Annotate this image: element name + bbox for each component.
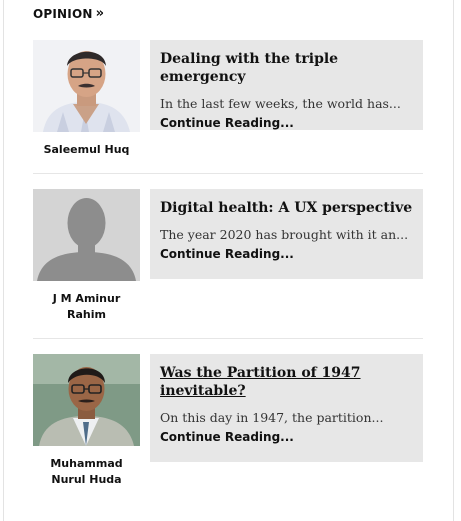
double-chevron-right-icon: »: [95, 6, 105, 21]
article-title-link[interactable]: Digital health: A UX perspective: [160, 199, 413, 217]
article-excerpt: On this day in 1947, the partition...: [160, 410, 384, 425]
left-border: [3, 0, 4, 521]
article-divider: [33, 338, 423, 339]
article-title-link[interactable]: Dealing with the triple emergency: [160, 50, 413, 86]
continue-reading-link[interactable]: Continue Reading...: [160, 246, 413, 262]
article-title-link[interactable]: Was the Partition of 1947 inevitable?: [160, 364, 413, 400]
author-photo-image: [33, 40, 140, 132]
article-card: Dealing with the triple emergency In the…: [150, 40, 423, 130]
article-excerpt: The year 2020 has brought with it an...: [160, 227, 409, 242]
placeholder-avatar-icon: [33, 189, 140, 281]
author-name[interactable]: Saleemul Huq: [33, 142, 140, 158]
continue-reading-link[interactable]: Continue Reading...: [160, 115, 413, 131]
author-name[interactable]: J M Aminur Rahim: [33, 291, 140, 323]
author-name[interactable]: Muhammad Nurul Huda: [33, 456, 140, 488]
author-photo[interactable]: [33, 189, 140, 281]
section-title: OPINION: [33, 7, 93, 21]
opinion-section-link[interactable]: OPINION »: [33, 7, 104, 21]
right-border: [453, 0, 454, 521]
author-photo[interactable]: [33, 40, 140, 132]
author-photo[interactable]: [33, 354, 140, 446]
article-excerpt: In the last few weeks, the world has...: [160, 96, 401, 111]
article-card: Digital health: A UX perspective The yea…: [150, 189, 423, 279]
article-card: Was the Partition of 1947 inevitable? On…: [150, 354, 423, 462]
continue-reading-link[interactable]: Continue Reading...: [160, 429, 413, 445]
author-photo-image: [33, 354, 140, 446]
article-divider: [33, 173, 423, 174]
